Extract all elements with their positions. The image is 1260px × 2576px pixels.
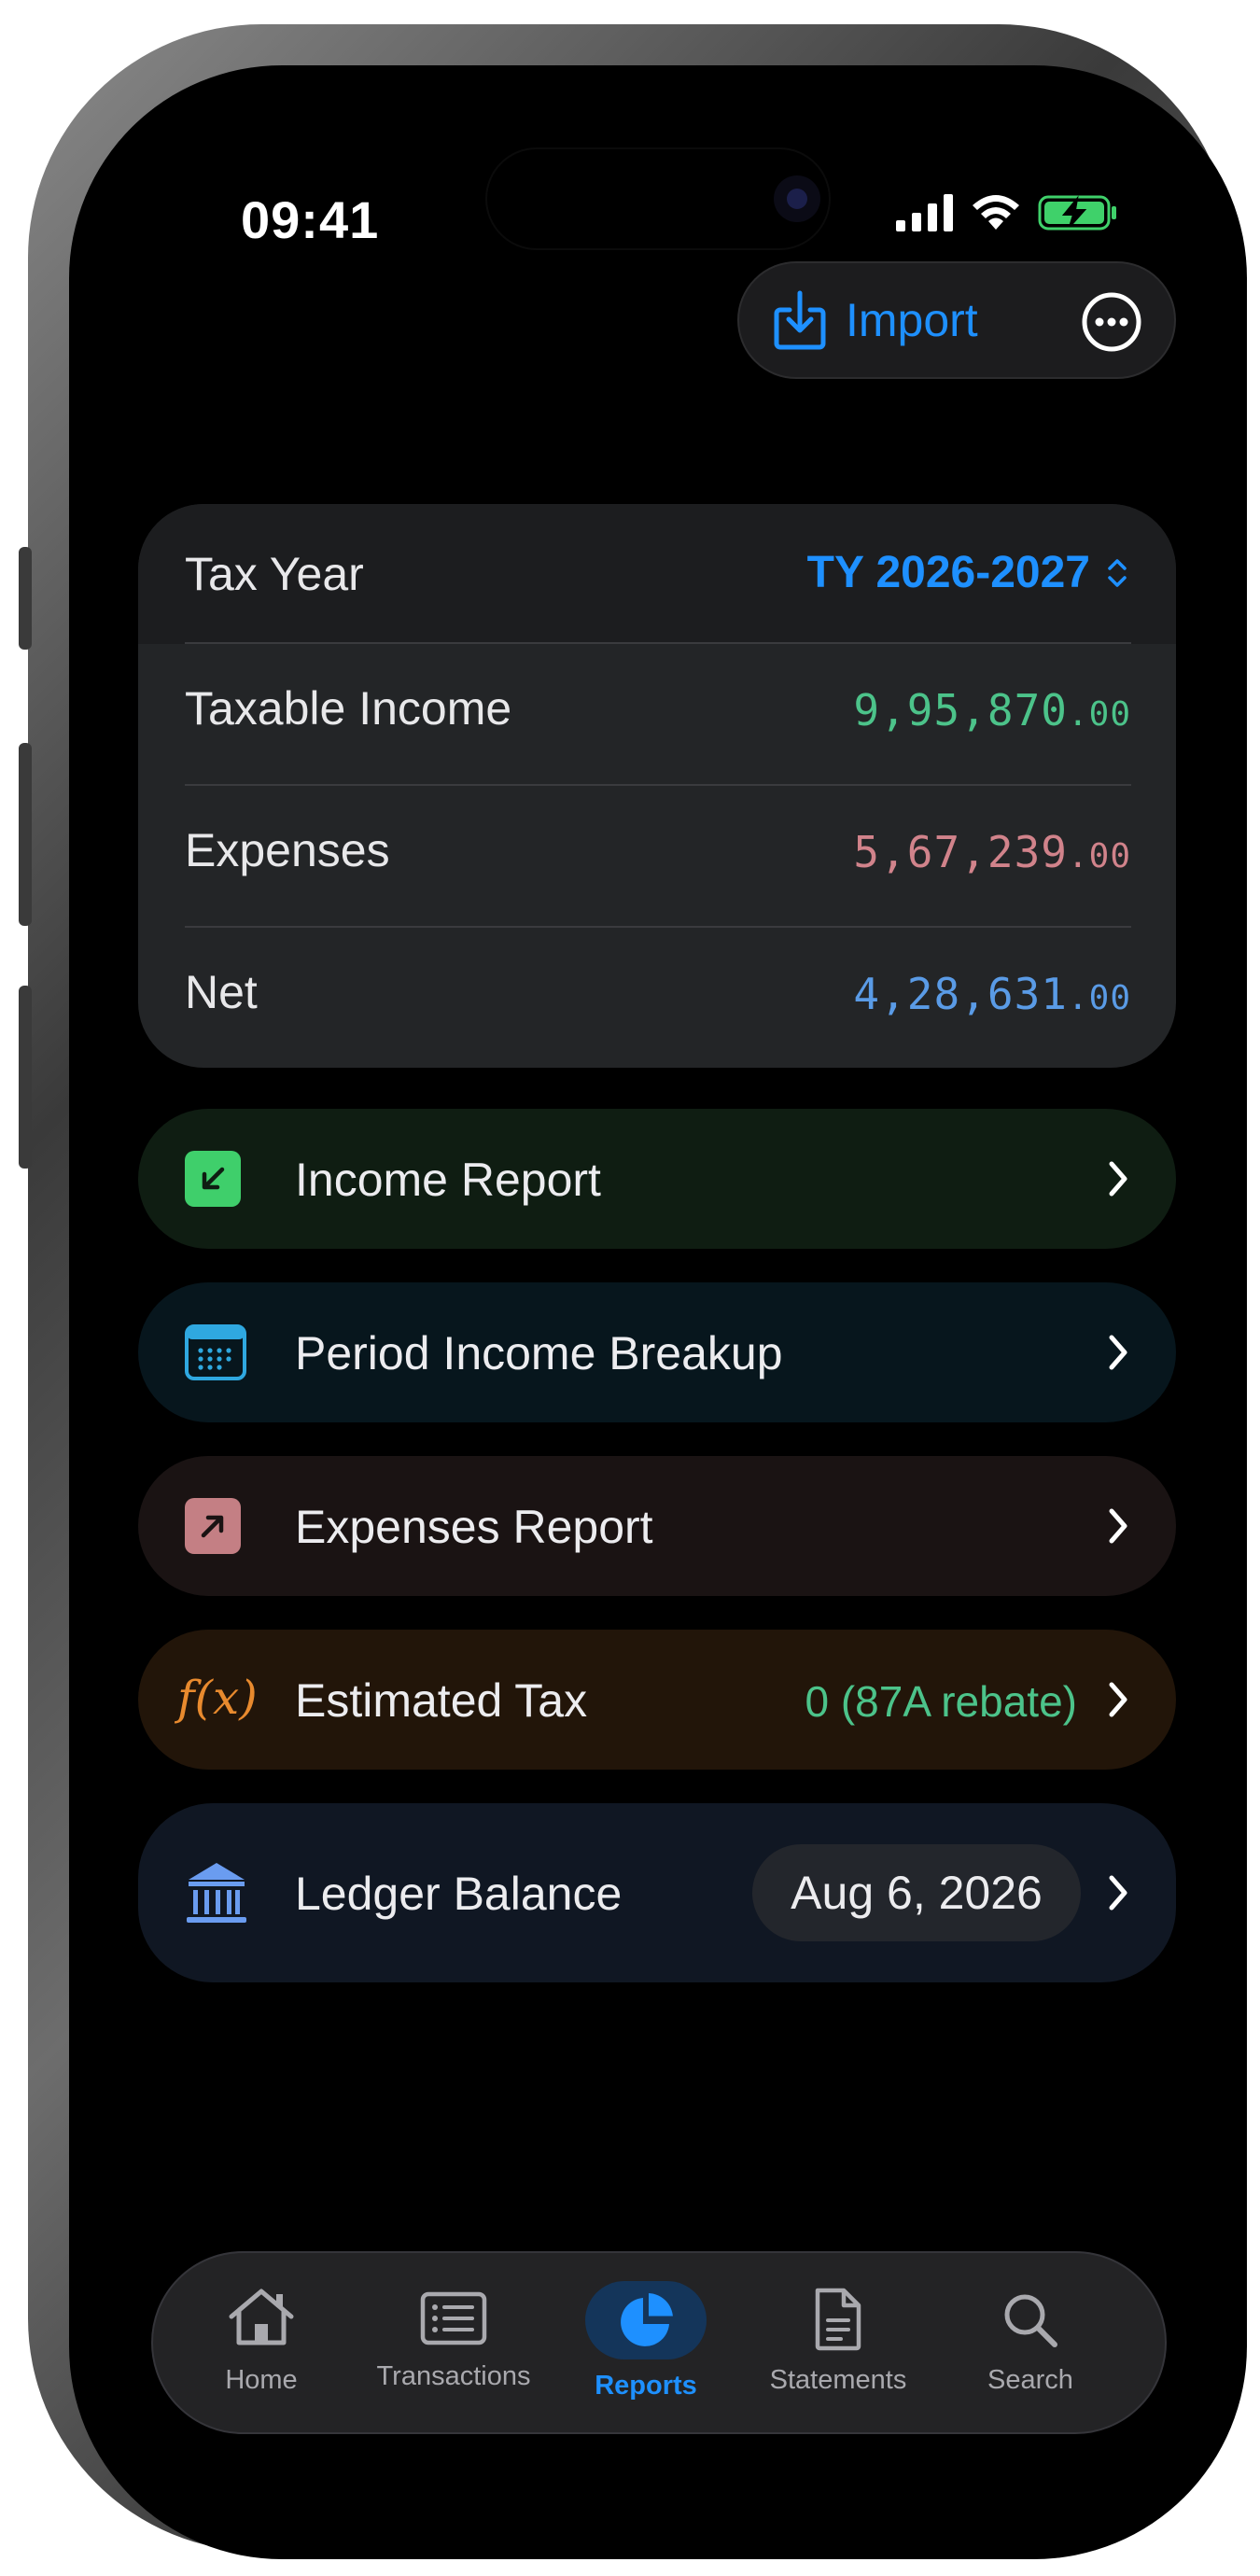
import-tray-icon — [774, 290, 826, 350]
tax-year-label: Tax Year — [185, 548, 364, 600]
status-time: 09:41 — [241, 190, 380, 249]
expenses-report-label: Expenses Report — [295, 1501, 653, 1553]
tab-reports-label: Reports — [595, 2371, 697, 2401]
arrow-down-left-square-icon — [185, 1151, 241, 1207]
tab-search-label: Search — [987, 2365, 1073, 2395]
pie-chart-icon — [621, 2293, 673, 2346]
expenses-report-row[interactable]: Expenses Report — [138, 1456, 1176, 1596]
ledger-balance-row[interactable]: Ledger Balance Aug 6, 2026 — [138, 1803, 1176, 1982]
period-income-breakup-label: Period Income Breakup — [295, 1327, 783, 1379]
tab-transactions[interactable]: Transactions — [360, 2253, 547, 2436]
cellular-signal-icon — [896, 194, 953, 231]
volume-down-button — [19, 986, 32, 1169]
ledger-date-text: Aug 6, 2026 — [791, 1867, 1043, 1919]
tab-statements[interactable]: Statements — [745, 2253, 931, 2436]
chevron-right-icon — [1109, 1875, 1127, 1911]
tax-year-row: Tax Year TY 2026-2027 — [138, 504, 1176, 644]
tab-transactions-label: Transactions — [376, 2361, 531, 2391]
toolbar-pill: Import — [737, 261, 1176, 379]
house-icon — [229, 2289, 294, 2345]
screen: 09:41 Import Tax Year TY 2026-2027 Taxab… — [69, 65, 1247, 2559]
tax-year-picker[interactable]: TY 2026-2027 — [807, 547, 1131, 598]
income-report-row[interactable]: Income Report — [138, 1109, 1176, 1249]
estimated-tax-label: Estimated Tax — [295, 1674, 588, 1727]
import-label: Import — [846, 294, 978, 346]
document-icon — [815, 2288, 861, 2351]
tax-year-value: TY 2026-2027 — [806, 548, 1090, 597]
bank-building-icon — [187, 1863, 246, 1923]
chevron-right-icon — [1109, 1508, 1127, 1544]
ellipsis-circle-icon[interactable] — [1081, 291, 1142, 353]
tax-summary-card: Tax Year TY 2026-2027 Taxable Income 9,9… — [138, 504, 1176, 1068]
calendar-grid-icon — [185, 1324, 246, 1380]
import-button[interactable]: Import — [773, 289, 978, 351]
estimated-tax-value: 0 (87A rebate) — [805, 1677, 1077, 1726]
ledger-date-badge[interactable]: Aug 6, 2026 — [752, 1844, 1081, 1941]
taxable-income-label: Taxable Income — [185, 682, 512, 735]
volume-up-button — [19, 743, 32, 926]
function-icon-text: f(x) — [177, 1671, 258, 1725]
divider — [185, 642, 1131, 644]
divider — [185, 926, 1131, 928]
expenses-label: Expenses — [185, 824, 390, 876]
divider — [185, 784, 1131, 786]
arrow-up-right-square-icon — [185, 1498, 241, 1554]
period-income-breakup-row[interactable]: Period Income Breakup — [138, 1282, 1176, 1422]
tab-statements-label: Statements — [769, 2365, 907, 2395]
chevron-right-icon — [1109, 1682, 1127, 1717]
camera-icon — [774, 175, 820, 222]
wifi-icon — [973, 195, 1019, 230]
battery-charging-icon — [1038, 195, 1116, 231]
taxable-income-value: 9,95,870.00 — [853, 685, 1131, 735]
income-report-label: Income Report — [295, 1154, 601, 1206]
tab-reports[interactable]: Reports — [553, 2253, 739, 2436]
chevron-up-down-icon — [1108, 558, 1127, 587]
ledger-balance-label: Ledger Balance — [295, 1868, 623, 1920]
magnifying-glass-icon — [1004, 2294, 1057, 2347]
phone-frame: 09:41 Import Tax Year TY 2026-2027 Taxab… — [19, 24, 1247, 2559]
chevron-right-icon — [1109, 1161, 1127, 1197]
list-rectangle-icon — [420, 2291, 487, 2345]
action-button — [19, 547, 32, 650]
tab-search[interactable]: Search — [937, 2253, 1124, 2436]
function-icon: f(x) — [177, 1671, 258, 1725]
expenses-value: 5,67,239.00 — [853, 827, 1131, 877]
chevron-right-icon — [1109, 1335, 1127, 1370]
net-value: 4,28,631.00 — [853, 969, 1131, 1019]
tab-home-label: Home — [225, 2365, 298, 2395]
estimated-tax-row[interactable]: f(x) Estimated Tax 0 (87A rebate) — [138, 1630, 1176, 1770]
net-label: Net — [185, 966, 258, 1018]
tab-home[interactable]: Home — [168, 2253, 355, 2436]
tab-bar: Home Transactions Reports Statements Sea… — [151, 2251, 1167, 2434]
status-icons — [896, 194, 1118, 231]
